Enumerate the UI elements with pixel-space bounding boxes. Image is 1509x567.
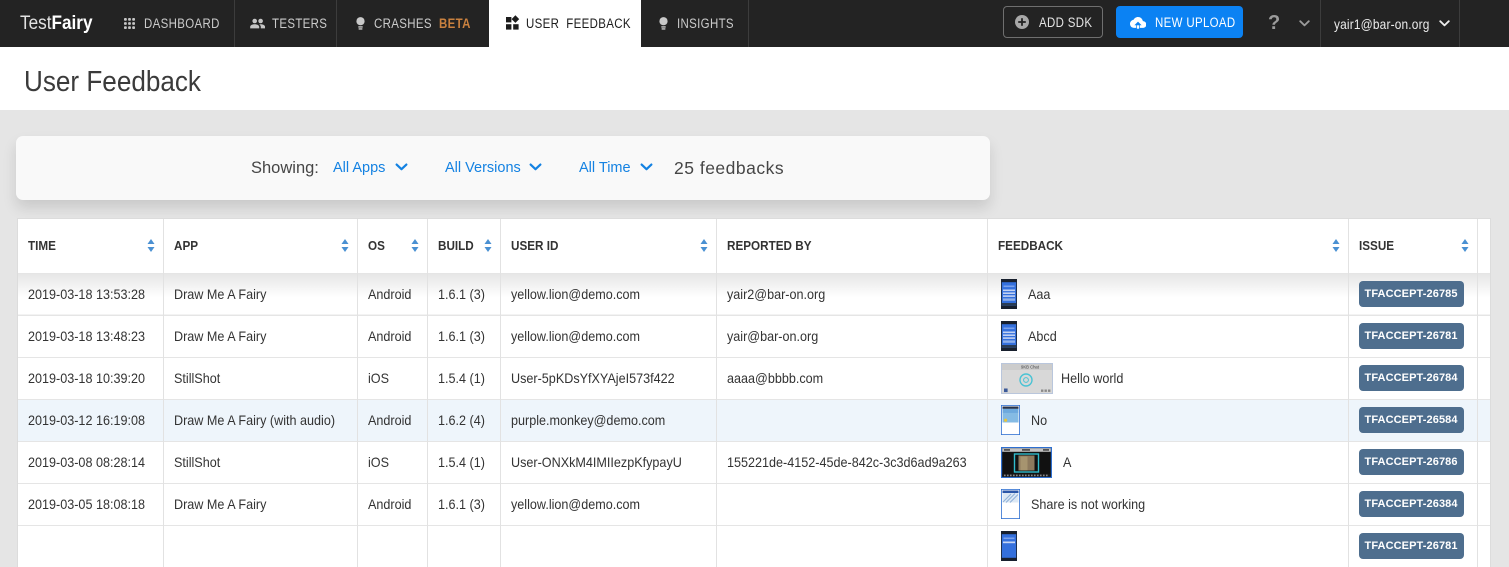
svg-text:9KB Chat: 9KB Chat <box>1021 364 1040 369</box>
